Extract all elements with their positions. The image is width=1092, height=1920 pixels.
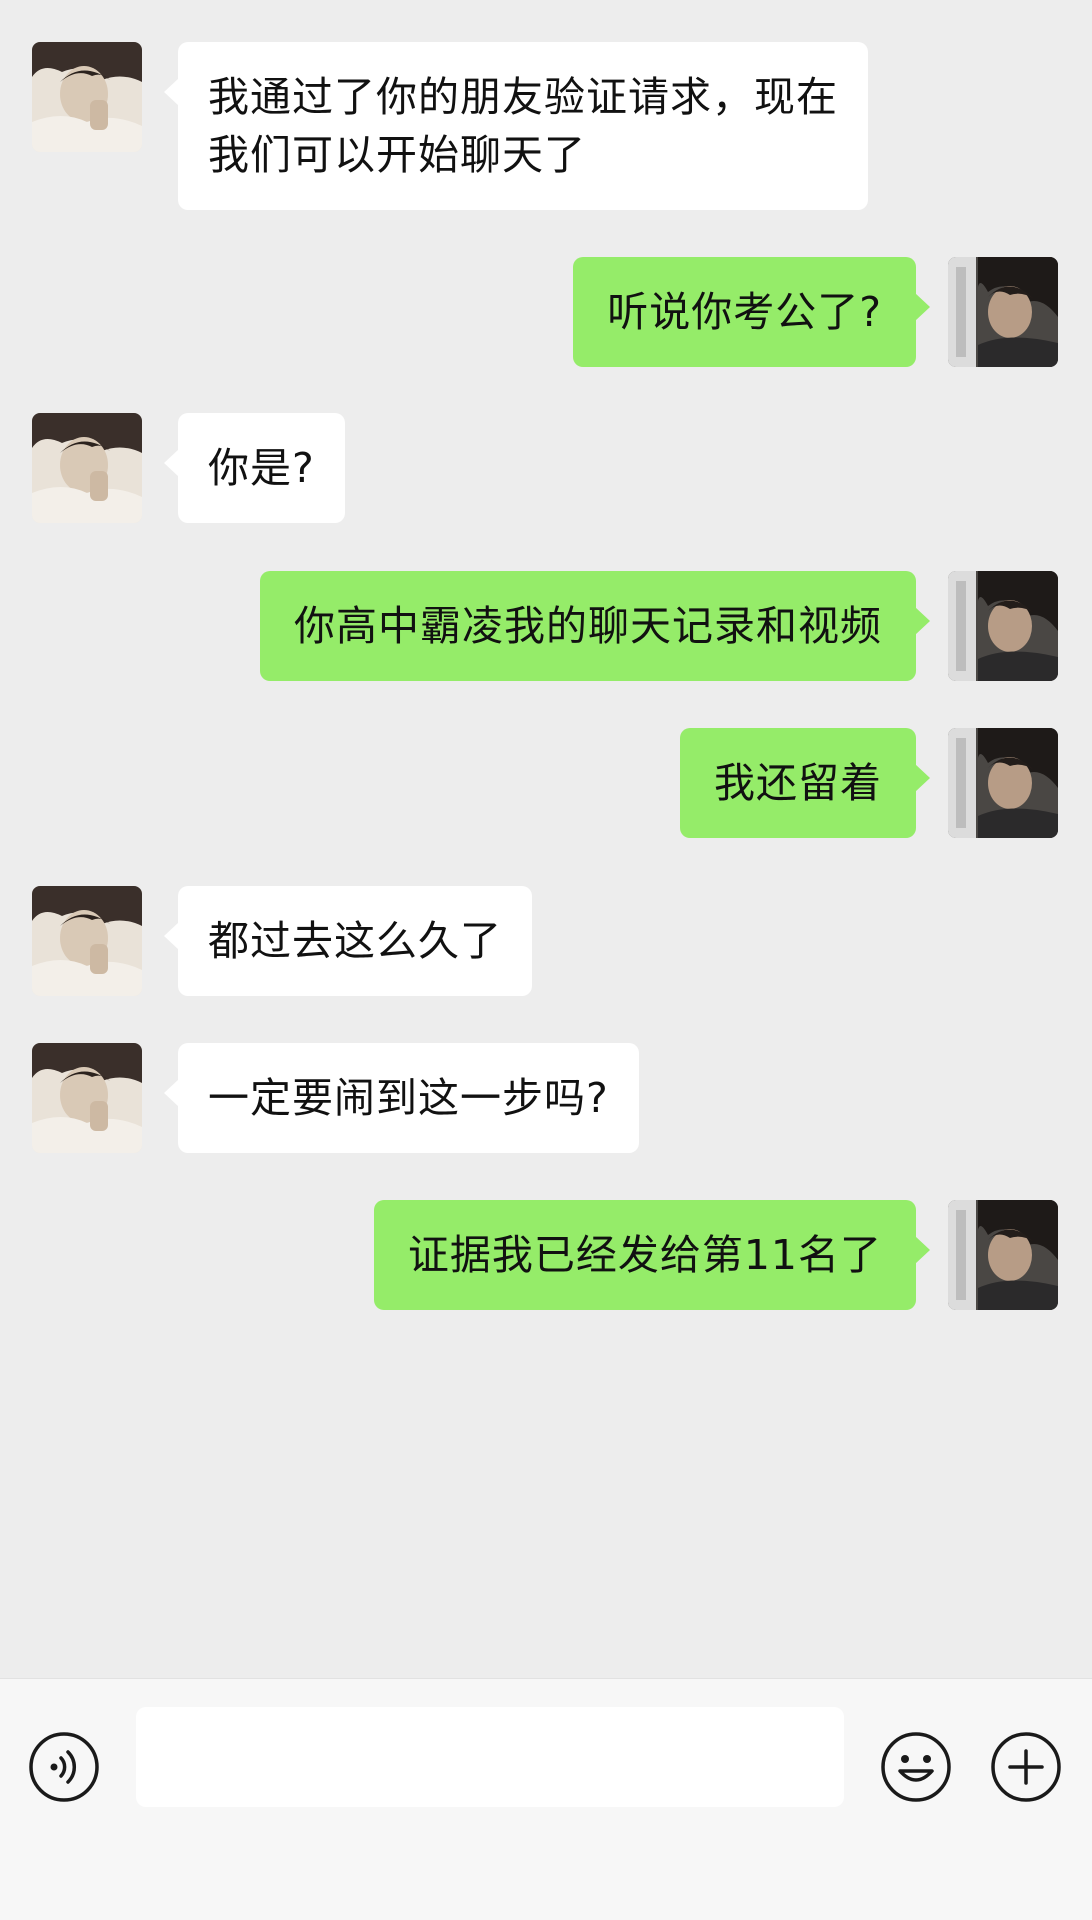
emoji-icon — [881, 1732, 951, 1802]
self-avatar[interactable] — [948, 257, 1058, 367]
message-text: 我还留着 — [714, 759, 882, 807]
self-avatar[interactable] — [948, 728, 1058, 838]
self-avatar[interactable] — [948, 571, 1058, 681]
message-bubble-sent[interactable]: 你高中霸凌我的聊天记录和视频 — [260, 571, 930, 681]
self-avatar-image — [948, 1200, 1058, 1310]
contact-avatar-image — [32, 1043, 142, 1153]
voice-button[interactable] — [28, 1731, 100, 1803]
plus-icon — [991, 1732, 1061, 1802]
message-text: 都过去这么久了 — [208, 917, 502, 965]
message-text: 你高中霸凌我的聊天记录和视频 — [294, 602, 882, 650]
contact-avatar-image — [32, 42, 142, 152]
more-options-button[interactable] — [990, 1731, 1062, 1803]
contact-avatar-image — [32, 886, 142, 996]
message-bubble-sent[interactable]: 证据我已经发给第11名了 — [373, 1200, 931, 1310]
message-text: 你是? — [208, 444, 315, 492]
message-bubble-received[interactable]: 一定要闹到这一步吗? — [164, 1043, 639, 1153]
message-text: 我通过了你的朋友验证请求，现在 — [208, 73, 838, 121]
message-bubble-received[interactable]: 你是? — [164, 413, 345, 523]
message-text: 我们可以开始聊天了 — [208, 131, 586, 179]
message-bubble-sent[interactable]: 听说你考公了? — [573, 257, 930, 367]
contact-avatar[interactable] — [32, 413, 142, 523]
contact-avatar-image — [32, 413, 142, 523]
message-text: 证据我已经发给第11名了 — [407, 1231, 882, 1279]
contact-avatar[interactable] — [32, 886, 142, 996]
contact-avatar[interactable] — [32, 42, 142, 152]
message-bubble-received[interactable]: 都过去这么久了 — [164, 886, 532, 996]
message-text: 一定要闹到这一步吗? — [208, 1074, 609, 1122]
voice-icon — [29, 1732, 99, 1802]
message-bubble-received[interactable]: 我通过了你的朋友验证请求，现在 我们可以开始聊天了 — [164, 42, 868, 210]
contact-avatar[interactable] — [32, 1043, 142, 1153]
emoji-button[interactable] — [880, 1731, 952, 1803]
input-bar — [0, 1678, 1092, 1920]
self-avatar-image — [948, 728, 1058, 838]
self-avatar-image — [948, 571, 1058, 681]
self-avatar-image — [948, 257, 1058, 367]
chat-area[interactable]: 我通过了你的朋友验证请求，现在 我们可以开始聊天了 听说你考公了? 你是? 你高… — [0, 0, 1092, 1678]
message-input[interactable] — [136, 1707, 844, 1807]
self-avatar[interactable] — [948, 1200, 1058, 1310]
message-text: 听说你考公了? — [607, 288, 882, 336]
message-bubble-sent[interactable]: 我还留着 — [680, 728, 930, 838]
